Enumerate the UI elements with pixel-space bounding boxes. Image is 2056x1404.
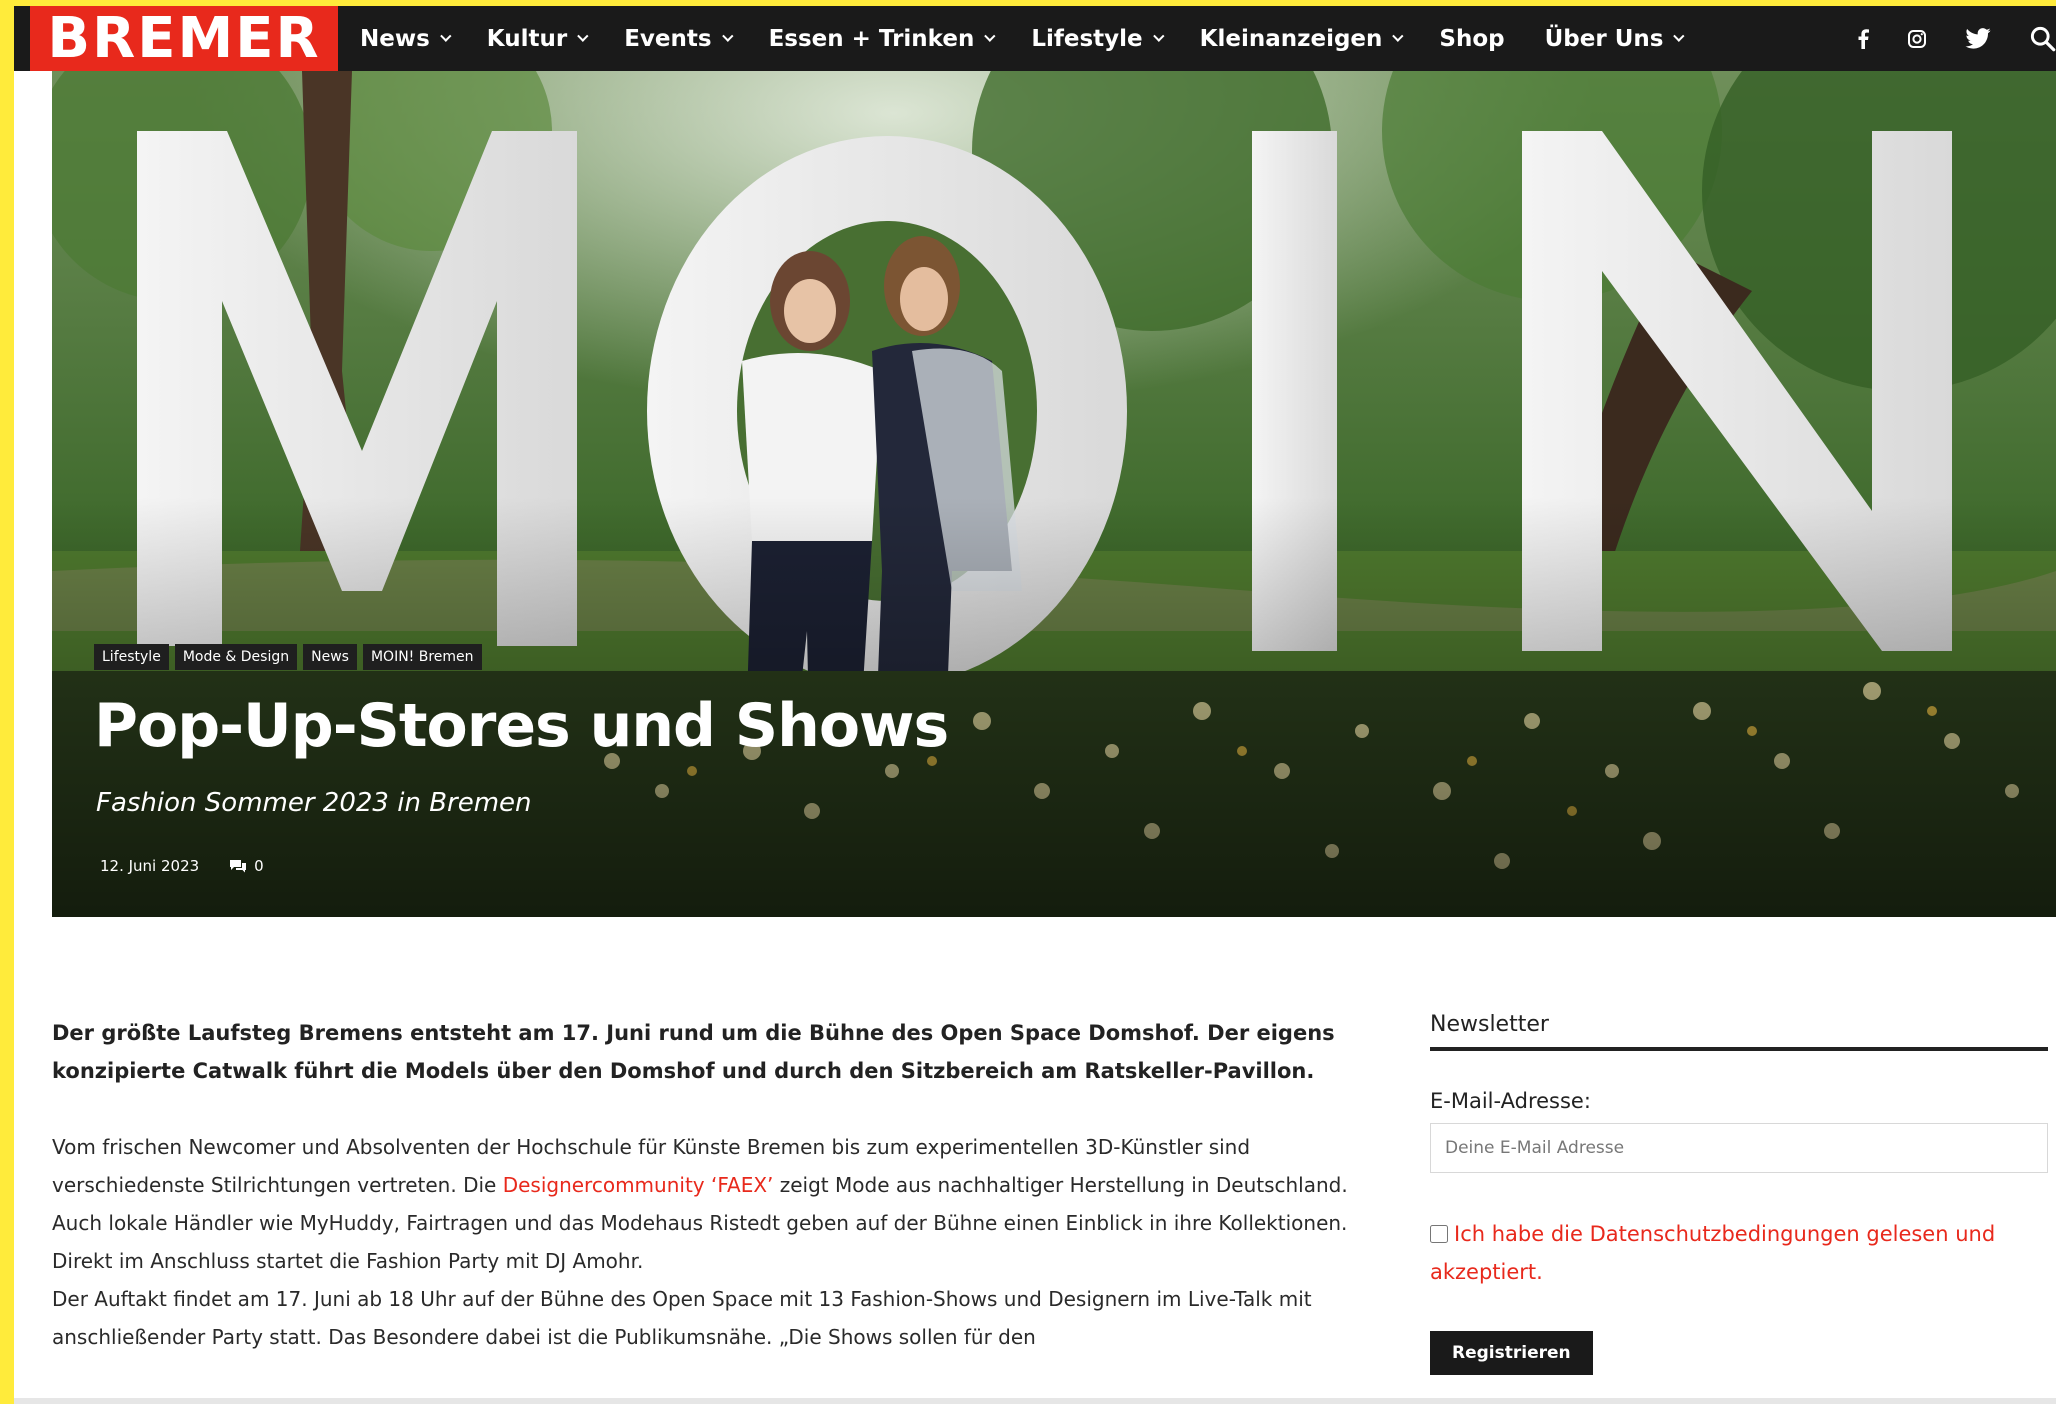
comment-count: 0 bbox=[254, 857, 264, 875]
chevron-down-icon bbox=[984, 30, 996, 42]
logo-text: BREMER bbox=[47, 6, 321, 71]
chevron-down-icon bbox=[1673, 30, 1685, 42]
search-icon[interactable] bbox=[2029, 25, 2056, 52]
newsletter-title: Newsletter bbox=[1430, 1012, 2048, 1051]
tag-mode-design[interactable]: Mode & Design bbox=[174, 644, 298, 670]
hero-image[interactable]: Lifestyle Mode & Design News MOIN! Breme… bbox=[52, 71, 2056, 917]
comments-icon bbox=[230, 860, 247, 873]
facebook-icon[interactable] bbox=[1857, 28, 1869, 49]
site-logo[interactable]: BREMER bbox=[30, 6, 338, 71]
chevron-down-icon bbox=[721, 30, 734, 42]
article-body: Der größte Laufsteg Bremens entsteht am … bbox=[52, 1014, 1354, 1356]
article-date: 12. Juni 2023 bbox=[100, 857, 200, 875]
nav-item-ueber-uns[interactable]: Über Uns bbox=[1544, 25, 1685, 52]
nav-item-label: News bbox=[360, 25, 430, 52]
nav-item-label: Über Uns bbox=[1544, 25, 1664, 52]
chevron-down-icon bbox=[1392, 30, 1404, 42]
nav-item-news[interactable]: News bbox=[360, 25, 452, 52]
article-paragraph: Vom frischen Newcomer und Absolventen de… bbox=[52, 1128, 1354, 1280]
bottom-border bbox=[14, 1398, 2056, 1404]
chevron-down-icon bbox=[439, 30, 452, 42]
article-title: Pop-Up-Stores und Shows bbox=[94, 691, 949, 761]
article-subtitle: Fashion Sommer 2023 in Bremen bbox=[96, 788, 532, 818]
article-paragraph-2: Der Auftakt findet am 17. Juni ab 18 Uhr… bbox=[52, 1287, 1312, 1349]
nav-item-label: Events bbox=[624, 25, 712, 52]
article-lead: Der größte Laufsteg Bremens entsteht am … bbox=[52, 1021, 1335, 1083]
comments-link[interactable]: 0 bbox=[229, 857, 264, 875]
nav-item-shop[interactable]: Shop bbox=[1439, 26, 1504, 52]
main-menu: News Kultur Events Essen + Trinken Lifes… bbox=[360, 6, 1720, 71]
nav-item-kleinanzeigen[interactable]: Kleinanzeigen bbox=[1199, 25, 1404, 52]
chevron-down-icon bbox=[577, 30, 589, 42]
social-links bbox=[1819, 6, 2056, 71]
email-field[interactable] bbox=[1430, 1123, 2048, 1173]
nav-item-label: Kleinanzeigen bbox=[1199, 25, 1383, 52]
privacy-consent-label[interactable]: Ich habe die Datenschutzbedingungen gele… bbox=[1430, 1222, 1995, 1284]
tag-moin-bremen[interactable]: MOIN! Bremen bbox=[362, 644, 482, 670]
nav-item-label: Lifestyle bbox=[1031, 25, 1143, 52]
nav-item-label: Essen + Trinken bbox=[768, 25, 975, 52]
nav-item-essen-trinken[interactable]: Essen + Trinken bbox=[768, 25, 996, 52]
newsletter-widget: Newsletter E-Mail-Adresse: Ich habe die … bbox=[1430, 1012, 2048, 1375]
faex-link[interactable]: Designercommunity ‘FAEX’ bbox=[503, 1173, 774, 1197]
nav-item-events[interactable]: Events bbox=[624, 25, 734, 52]
nav-item-kultur[interactable]: Kultur bbox=[486, 25, 589, 52]
instagram-icon[interactable] bbox=[1907, 29, 1927, 49]
tag-lifestyle[interactable]: Lifestyle bbox=[94, 644, 169, 670]
nav-item-label: Kultur bbox=[486, 25, 568, 52]
register-button[interactable]: Registrieren bbox=[1430, 1331, 1593, 1375]
chevron-down-icon bbox=[1152, 30, 1165, 42]
nav-item-label: Shop bbox=[1439, 25, 1505, 52]
nav-item-lifestyle[interactable]: Lifestyle bbox=[1031, 25, 1165, 52]
email-label: E-Mail-Adresse: bbox=[1430, 1089, 1591, 1113]
article-meta: 12. Juni 2023 0 bbox=[100, 857, 264, 875]
top-navbar: BREMER News Kultur Events Essen + Trinke… bbox=[14, 6, 2056, 71]
twitter-icon[interactable] bbox=[1965, 28, 1991, 49]
tag-news[interactable]: News bbox=[303, 644, 357, 670]
page: BREMER News Kultur Events Essen + Trinke… bbox=[14, 6, 2056, 1404]
privacy-checkbox[interactable] bbox=[1430, 1225, 1448, 1243]
category-tags: Lifestyle Mode & Design News MOIN! Breme… bbox=[94, 644, 488, 670]
privacy-consent: Ich habe die Datenschutzbedingungen gele… bbox=[1430, 1215, 2048, 1291]
